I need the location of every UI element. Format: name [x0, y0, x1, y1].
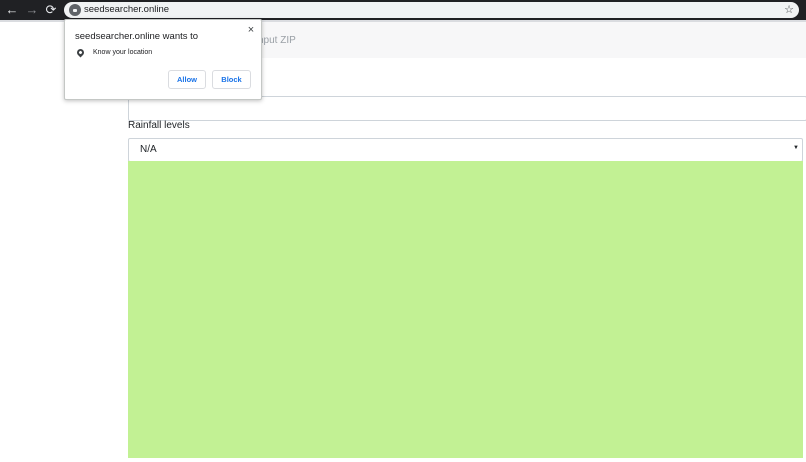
rainfall-select[interactable]: N/A ▼ — [128, 138, 803, 162]
address-bar[interactable]: seedsearcher.online ☆ — [64, 2, 799, 18]
star-icon[interactable]: ☆ — [784, 2, 794, 18]
rainfall-label: Rainfall levels — [128, 120, 190, 131]
forward-arrow-icon[interactable]: → — [24, 2, 40, 18]
allow-button[interactable]: Allow — [168, 70, 206, 89]
location-permission-popup: seedsearcher.online wants to × Know your… — [64, 19, 262, 100]
rainfall-select-value: N/A — [140, 144, 157, 155]
lock-icon[interactable] — [69, 4, 81, 16]
popup-title: seedsearcher.online wants to — [75, 31, 199, 42]
browser-toolbar: ← → ⟳ seedsearcher.online ☆ — [0, 0, 806, 20]
back-arrow-icon[interactable]: ← — [4, 2, 20, 18]
zip-input-heading: nput ZIP — [258, 35, 296, 46]
reload-icon[interactable]: ⟳ — [43, 2, 59, 18]
close-icon[interactable]: × — [245, 24, 257, 36]
chevron-down-icon: ▼ — [793, 145, 799, 151]
block-button[interactable]: Block — [212, 70, 251, 89]
location-pin-icon — [75, 47, 86, 58]
permission-text: Know your location — [93, 49, 153, 56]
url-text: seedsearcher.online — [84, 4, 170, 15]
map-panel — [128, 161, 803, 458]
